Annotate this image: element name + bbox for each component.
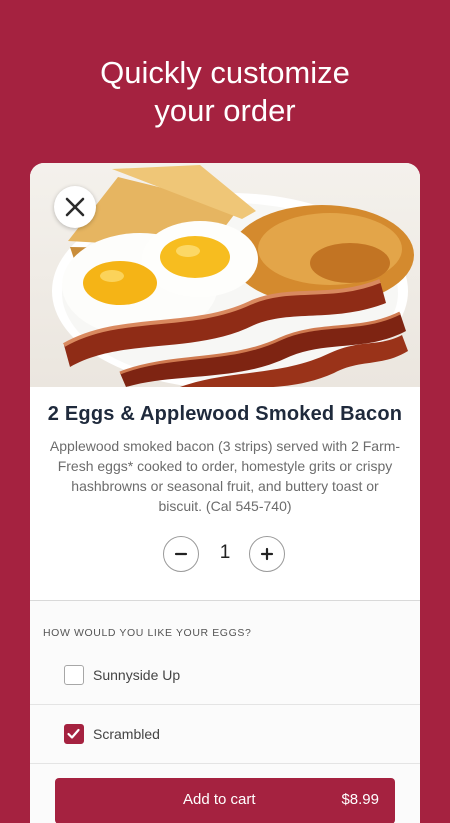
increase-quantity-button[interactable] (249, 536, 285, 572)
close-button[interactable] (54, 186, 96, 228)
option-sunnyside-up[interactable]: Sunnyside Up (30, 648, 420, 704)
headline: Quickly customize your order (0, 54, 450, 130)
quantity-value: 1 (219, 542, 231, 563)
headline-line-1: Quickly customize (100, 55, 350, 90)
option-scrambled[interactable]: Scrambled (30, 707, 420, 763)
item-photo (30, 163, 420, 387)
item-title: 2 Eggs & Applewood Smoked Bacon (47, 403, 403, 425)
add-to-cart-button[interactable]: Add to cart $8.99 (55, 778, 395, 823)
quantity-stepper: 1 (30, 536, 420, 576)
plus-icon (260, 547, 274, 561)
decrease-quantity-button[interactable] (163, 536, 199, 572)
scrambled-checkbox[interactable] (64, 724, 84, 744)
sunnyside-up-checkbox[interactable] (64, 665, 84, 685)
option-label: Scrambled (93, 726, 160, 742)
option-label: Sunnyside Up (93, 667, 181, 683)
minus-icon (174, 552, 188, 556)
egg-style-question: HOW WOULD YOU LIKE YOUR EGGS? (43, 627, 252, 639)
option-divider (30, 704, 420, 705)
item-description: Applewood smoked bacon (3 strips) served… (49, 438, 401, 514)
headline-line-2: your order (154, 93, 296, 128)
check-icon (67, 728, 80, 739)
item-card: 2 Eggs & Applewood Smoked Bacon Applewoo… (30, 163, 420, 823)
option-divider (30, 763, 420, 764)
close-icon (65, 197, 85, 217)
